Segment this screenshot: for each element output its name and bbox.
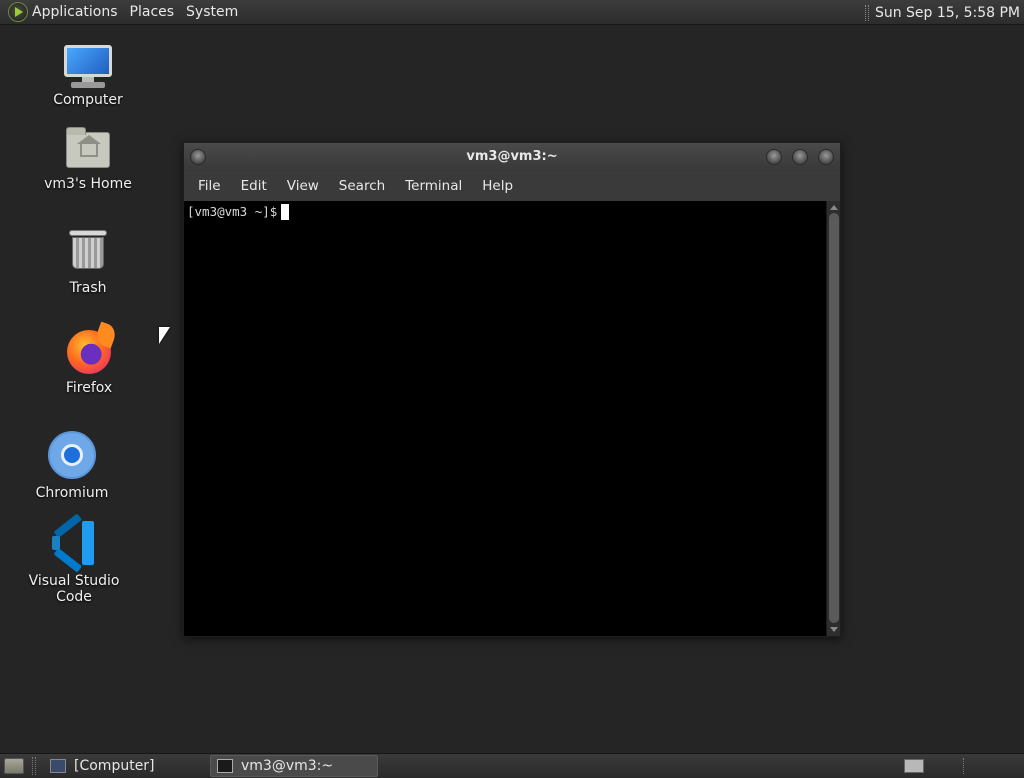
applications-logo-icon xyxy=(8,2,28,22)
menu-view[interactable]: View xyxy=(277,178,329,194)
desktop-icon-chromium[interactable]: Chromium xyxy=(7,431,137,501)
applications-menu-label: Applications xyxy=(32,3,118,20)
desktop-icon-home[interactable]: vm3's Home xyxy=(23,127,153,192)
terminal-window[interactable]: vm3@vm3:~ File Edit View Search Terminal… xyxy=(183,142,841,637)
panel-separator xyxy=(32,757,36,775)
clock[interactable]: Sun Sep 15, 5:58 PM xyxy=(875,5,1024,21)
menu-file[interactable]: File xyxy=(188,178,231,194)
bottom-panel: [Computer] vm3@vm3:~ xyxy=(0,753,1024,778)
close-button[interactable] xyxy=(818,149,834,165)
show-desktop-icon[interactable] xyxy=(4,758,24,774)
taskbar-item-terminal[interactable]: vm3@vm3:~ xyxy=(210,755,378,777)
menu-terminal[interactable]: Terminal xyxy=(395,178,472,194)
desktop-icon-label: vm3's Home xyxy=(44,176,132,192)
desktop-icon-label: Computer xyxy=(53,92,123,108)
chromium-icon xyxy=(7,431,137,481)
panel-separator xyxy=(963,758,964,774)
desktop-icon-trash[interactable]: Trash xyxy=(23,230,153,296)
menu-help[interactable]: Help xyxy=(472,178,523,194)
terminal-icon xyxy=(217,759,233,773)
terminal-scrollbar[interactable] xyxy=(826,201,840,636)
taskbar-item-label: [Computer] xyxy=(74,758,155,774)
trash-icon xyxy=(23,230,153,276)
minimize-button[interactable] xyxy=(766,149,782,165)
desktop-icon-label: Chromium xyxy=(35,485,109,501)
desktop-icon-vscode[interactable]: Visual Studio Code xyxy=(9,513,139,605)
shell-prompt: [vm3@vm3 ~]$ xyxy=(187,204,278,219)
text-cursor xyxy=(281,204,290,220)
terminal-output[interactable]: [vm3@vm3 ~]$ xyxy=(184,201,827,636)
desktop-icon-label: Firefox xyxy=(65,380,113,396)
workspace-switcher[interactable] xyxy=(904,759,924,773)
computer-icon xyxy=(50,759,66,773)
desktop-icon-computer[interactable]: Computer xyxy=(23,45,153,108)
window-menu-button[interactable] xyxy=(190,149,206,165)
vscode-icon xyxy=(9,513,139,573)
terminal-title: vm3@vm3:~ xyxy=(466,149,558,164)
scroll-down-icon[interactable] xyxy=(830,627,838,632)
maximize-button[interactable] xyxy=(792,149,808,165)
scrollbar-thumb[interactable] xyxy=(829,213,839,623)
terminal-menubar: File Edit View Search Terminal Help xyxy=(184,171,840,201)
terminal-titlebar[interactable]: vm3@vm3:~ xyxy=(184,143,840,171)
panel-separator xyxy=(864,4,869,21)
system-menu[interactable]: System xyxy=(180,0,244,25)
desktop-icon-firefox[interactable]: Firefox xyxy=(24,330,154,396)
desktop-icon-label: Visual Studio Code xyxy=(28,573,120,605)
top-panel: Applications Places System Sun Sep 15, 5… xyxy=(0,0,1024,25)
taskbar-item-computer[interactable]: [Computer] xyxy=(44,755,206,777)
top-panel-tray: Sun Sep 15, 5:58 PM xyxy=(864,0,1024,25)
places-menu[interactable]: Places xyxy=(124,0,181,25)
firefox-icon xyxy=(24,330,154,376)
desktop-icon-label: Trash xyxy=(69,280,107,296)
scroll-up-icon[interactable] xyxy=(830,205,838,210)
mouse-pointer-icon xyxy=(159,327,170,344)
menu-edit[interactable]: Edit xyxy=(231,178,277,194)
menu-search[interactable]: Search xyxy=(329,178,395,194)
computer-icon xyxy=(23,45,153,88)
applications-menu[interactable]: Applications xyxy=(0,0,124,25)
taskbar-item-label: vm3@vm3:~ xyxy=(241,758,334,774)
home-folder-icon xyxy=(23,127,153,172)
